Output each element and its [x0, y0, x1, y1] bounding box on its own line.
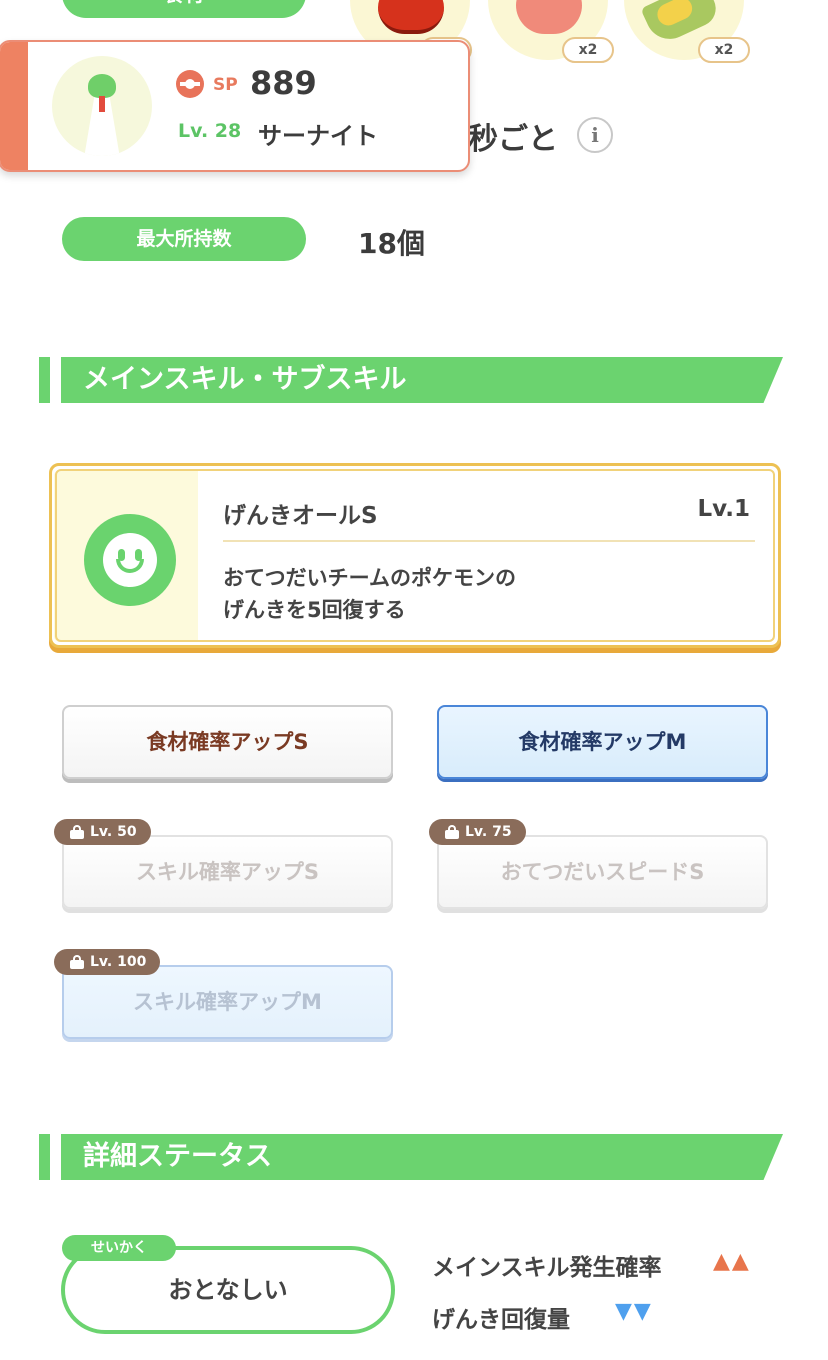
sub-skill-button[interactable]: 食材確率アップM — [437, 705, 768, 779]
unlock-level-tag: Lv. 100 — [54, 949, 161, 975]
help-interval-text: 秒ごと — [468, 122, 558, 157]
section-header-accent — [39, 357, 50, 403]
description-line: おてつだいチームのポケモンの — [223, 566, 516, 590]
up-arrows-icon: ▲▲ — [713, 1249, 751, 1274]
lock-icon — [70, 825, 84, 839]
unlock-level: Lv. 75 — [465, 824, 512, 840]
divider — [223, 540, 755, 542]
section-title: 詳細ステータス — [83, 1141, 272, 1172]
ingredient-count-badge: x2 — [562, 37, 614, 63]
unlock-level: Lv. 100 — [90, 954, 147, 970]
ingredient-count-badge: x2 — [698, 37, 750, 63]
pokeball-icon — [176, 70, 204, 98]
pokemon-name: サーナイト — [258, 122, 378, 150]
gardevoir-icon — [84, 74, 120, 156]
main-skill-description: おてつだいチームのポケモンの げんきを5回復する — [223, 562, 516, 626]
sp-value: 889 — [250, 64, 317, 102]
pokemon-summary-card[interactable]: SP 889 Lv. 28 サーナイト — [0, 40, 470, 172]
max-carry-label: 最大所持数 — [62, 217, 306, 261]
section-header-skills: メインスキル・サブスキル — [61, 357, 783, 403]
section-header-accent — [39, 1134, 50, 1180]
description-line: げんきを5回復する — [223, 598, 406, 622]
unlock-level-tag: Lv. 50 — [54, 819, 151, 845]
card-accent-stripe — [0, 42, 28, 170]
nature-tag: せいかく — [62, 1235, 176, 1261]
section-header-details: 詳細ステータス — [61, 1134, 783, 1180]
pokemon-avatar — [52, 56, 152, 156]
sub-skill-button-locked[interactable]: スキル確率アップS — [62, 835, 393, 909]
info-icon[interactable]: i — [577, 117, 613, 153]
nature-effect-label: げんき回復量 — [432, 1307, 570, 1333]
section-title: メインスキル・サブスキル — [83, 364, 407, 395]
main-skill-level: Lv.1 — [697, 496, 750, 522]
main-skill-name: げんきオールS — [223, 503, 378, 529]
pokemon-level: Lv. 28 — [178, 120, 242, 142]
main-skill-icon-area — [54, 470, 198, 642]
sub-skill-button-locked[interactable]: おてつだいスピードS — [437, 835, 768, 909]
lock-icon — [445, 825, 459, 839]
unlock-level: Lv. 50 — [90, 824, 137, 840]
smile-icon — [84, 514, 176, 606]
sub-skill-button-locked[interactable]: スキル確率アップM — [62, 965, 393, 1039]
down-arrows-icon: ▼▼ — [615, 1299, 653, 1324]
sub-skill-button[interactable]: 食材確率アップS — [62, 705, 393, 779]
sp-label: SP — [213, 75, 238, 95]
nature-effect-label: メインスキル発生確率 — [432, 1255, 662, 1281]
lock-icon — [70, 955, 84, 969]
ingredients-label: 食材 — [62, 0, 306, 18]
ingredients-label-pill: 食材 — [62, 0, 306, 18]
main-skill-card[interactable]: げんきオールS Lv.1 おてつだいチームのポケモンの げんきを5回復する — [49, 463, 781, 648]
max-carry-value: 18個 — [358, 227, 425, 260]
unlock-level-tag: Lv. 75 — [429, 819, 526, 845]
